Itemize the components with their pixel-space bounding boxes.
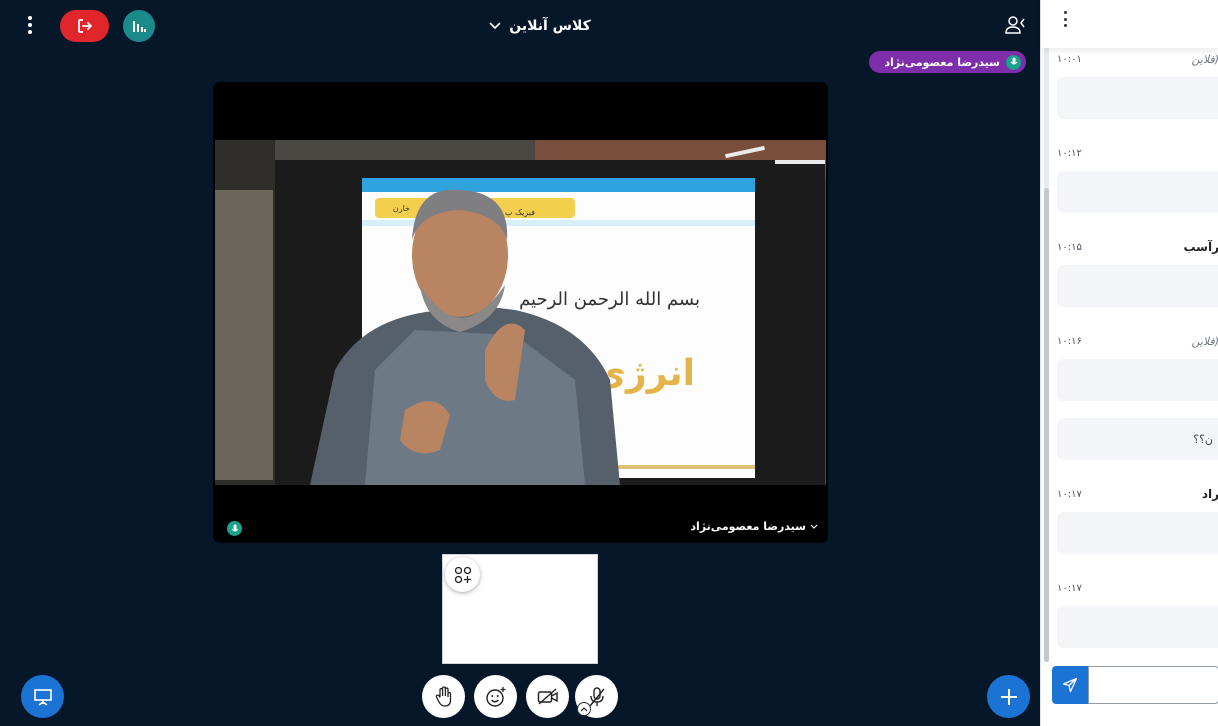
chat-scrollbar-thumb[interactable]: [1044, 188, 1049, 662]
change-layout-button[interactable]: [445, 557, 480, 592]
stats-icon: [133, 21, 146, 32]
chat-message-bubble: [1057, 265, 1218, 307]
slide-title: بسم الله الرحمن الرحیم: [519, 289, 700, 310]
send-message-button[interactable]: [1052, 666, 1088, 704]
chat-message-bubble: [1057, 512, 1218, 554]
chat-message-input[interactable]: [1088, 666, 1218, 704]
user-list-toggle[interactable]: [1000, 12, 1030, 38]
user-list-icon: [1005, 16, 1025, 34]
webcam-video-tile[interactable]: بسم الله الرحمن الرحیم انرژی فیزیک پ خار…: [213, 82, 828, 543]
video-user-dropdown[interactable]: سیدرضا معصومی‌نژاد: [690, 520, 818, 533]
microphone-icon: [1006, 54, 1021, 70]
options-menu-button[interactable]: [20, 14, 40, 36]
video-user-name: سیدرضا معصومی‌نژاد: [690, 520, 806, 533]
chat-message-header: ۱۰:۱۷: [1057, 580, 1218, 596]
audio-options-button[interactable]: [577, 702, 591, 716]
talking-indicator[interactable]: سیدرضا معصومی‌نژاد: [869, 51, 1026, 73]
slide-tab-1: فیزیک پ: [505, 208, 535, 217]
slide-tab-2: خارن: [393, 204, 410, 213]
message-time: ۱۰:۱۵: [1057, 241, 1082, 253]
top-bar: کلاس آنلاین: [0, 0, 1040, 50]
chevron-up-icon: [580, 707, 588, 712]
send-icon: [1062, 677, 1078, 693]
chat-message-bubble: [1057, 606, 1218, 648]
connection-stats-button[interactable]: [123, 10, 155, 42]
message-sender: فلاین): [1191, 334, 1218, 348]
camera-off-icon: [537, 687, 558, 705]
chat-options-button[interactable]: [1060, 11, 1070, 27]
message-time: ۱۰:۰۱: [1057, 53, 1082, 65]
leave-icon: [77, 19, 92, 33]
meeting-title[interactable]: کلاس آنلاین: [440, 14, 640, 38]
message-sender: راد: [1201, 487, 1218, 501]
chat-message-header: ۱۰:۱۶ فلاین): [1057, 333, 1218, 349]
chat-composer: [1052, 666, 1218, 704]
self-view-video: [442, 554, 598, 664]
actions-plus-button[interactable]: [987, 675, 1030, 718]
chevron-down-icon: [489, 22, 501, 30]
chat-message-header: ۱۰:۱۲: [1057, 145, 1218, 161]
layout-icon: [454, 566, 471, 583]
chat-message-header: ۱۰:۱۵ رآسب: [1057, 239, 1218, 255]
reactions-button[interactable]: [474, 675, 517, 718]
chat-message-header: ۱۰:۰۱ فلاین): [1057, 51, 1218, 67]
emoji-icon: [485, 686, 505, 707]
talker-name: سیدرضا معصومی‌نژاد: [884, 55, 1000, 69]
chat-header: [1041, 0, 1218, 48]
chat-message-bubble: [1057, 171, 1218, 213]
hand-icon: [435, 685, 451, 707]
message-time: ۱۰:۱۲: [1057, 147, 1082, 159]
message-sender: رآسب: [1183, 240, 1218, 254]
chat-message-bubble: [1057, 359, 1218, 401]
leave-meeting-button[interactable]: [60, 10, 109, 42]
chat-message-bubble: [1057, 77, 1218, 119]
chat-message-header: ۱۰:۱۷ راد: [1057, 486, 1218, 502]
meeting-stage: کلاس آنلاین سیدرضا معصومی‌نژاد: [0, 0, 1040, 726]
video-mic-status-icon: [227, 521, 242, 536]
plus-icon: [1000, 688, 1017, 705]
chat-panel: ۱۰:۰۱ فلاین) ۱۰:۱۲ ۱۰:۱۵ رآسب ۱۰:۱۶ فلای…: [1040, 0, 1218, 726]
presentation-icon: [33, 688, 52, 706]
chevron-down-icon: [810, 524, 818, 529]
raise-hand-button[interactable]: [422, 675, 465, 718]
message-time: ۱۰:۱۷: [1057, 582, 1082, 594]
webcam-scene: بسم الله الرحمن الرحیم انرژی فیزیک پ خار…: [215, 140, 826, 485]
presentation-button[interactable]: [21, 675, 64, 718]
message-time: ۱۰:۱۶: [1057, 335, 1082, 347]
share-webcam-button[interactable]: [526, 675, 569, 718]
message-sender: فلاین): [1191, 52, 1218, 66]
meeting-title-text: کلاس آنلاین: [509, 18, 591, 34]
chat-message-bubble: ن؟؟: [1057, 418, 1218, 460]
chat-scrollbar[interactable]: [1044, 48, 1049, 662]
webcam-video: بسم الله الرحمن الرحیم انرژی فیزیک پ خار…: [215, 140, 826, 485]
message-time: ۱۰:۱۷: [1057, 488, 1082, 500]
